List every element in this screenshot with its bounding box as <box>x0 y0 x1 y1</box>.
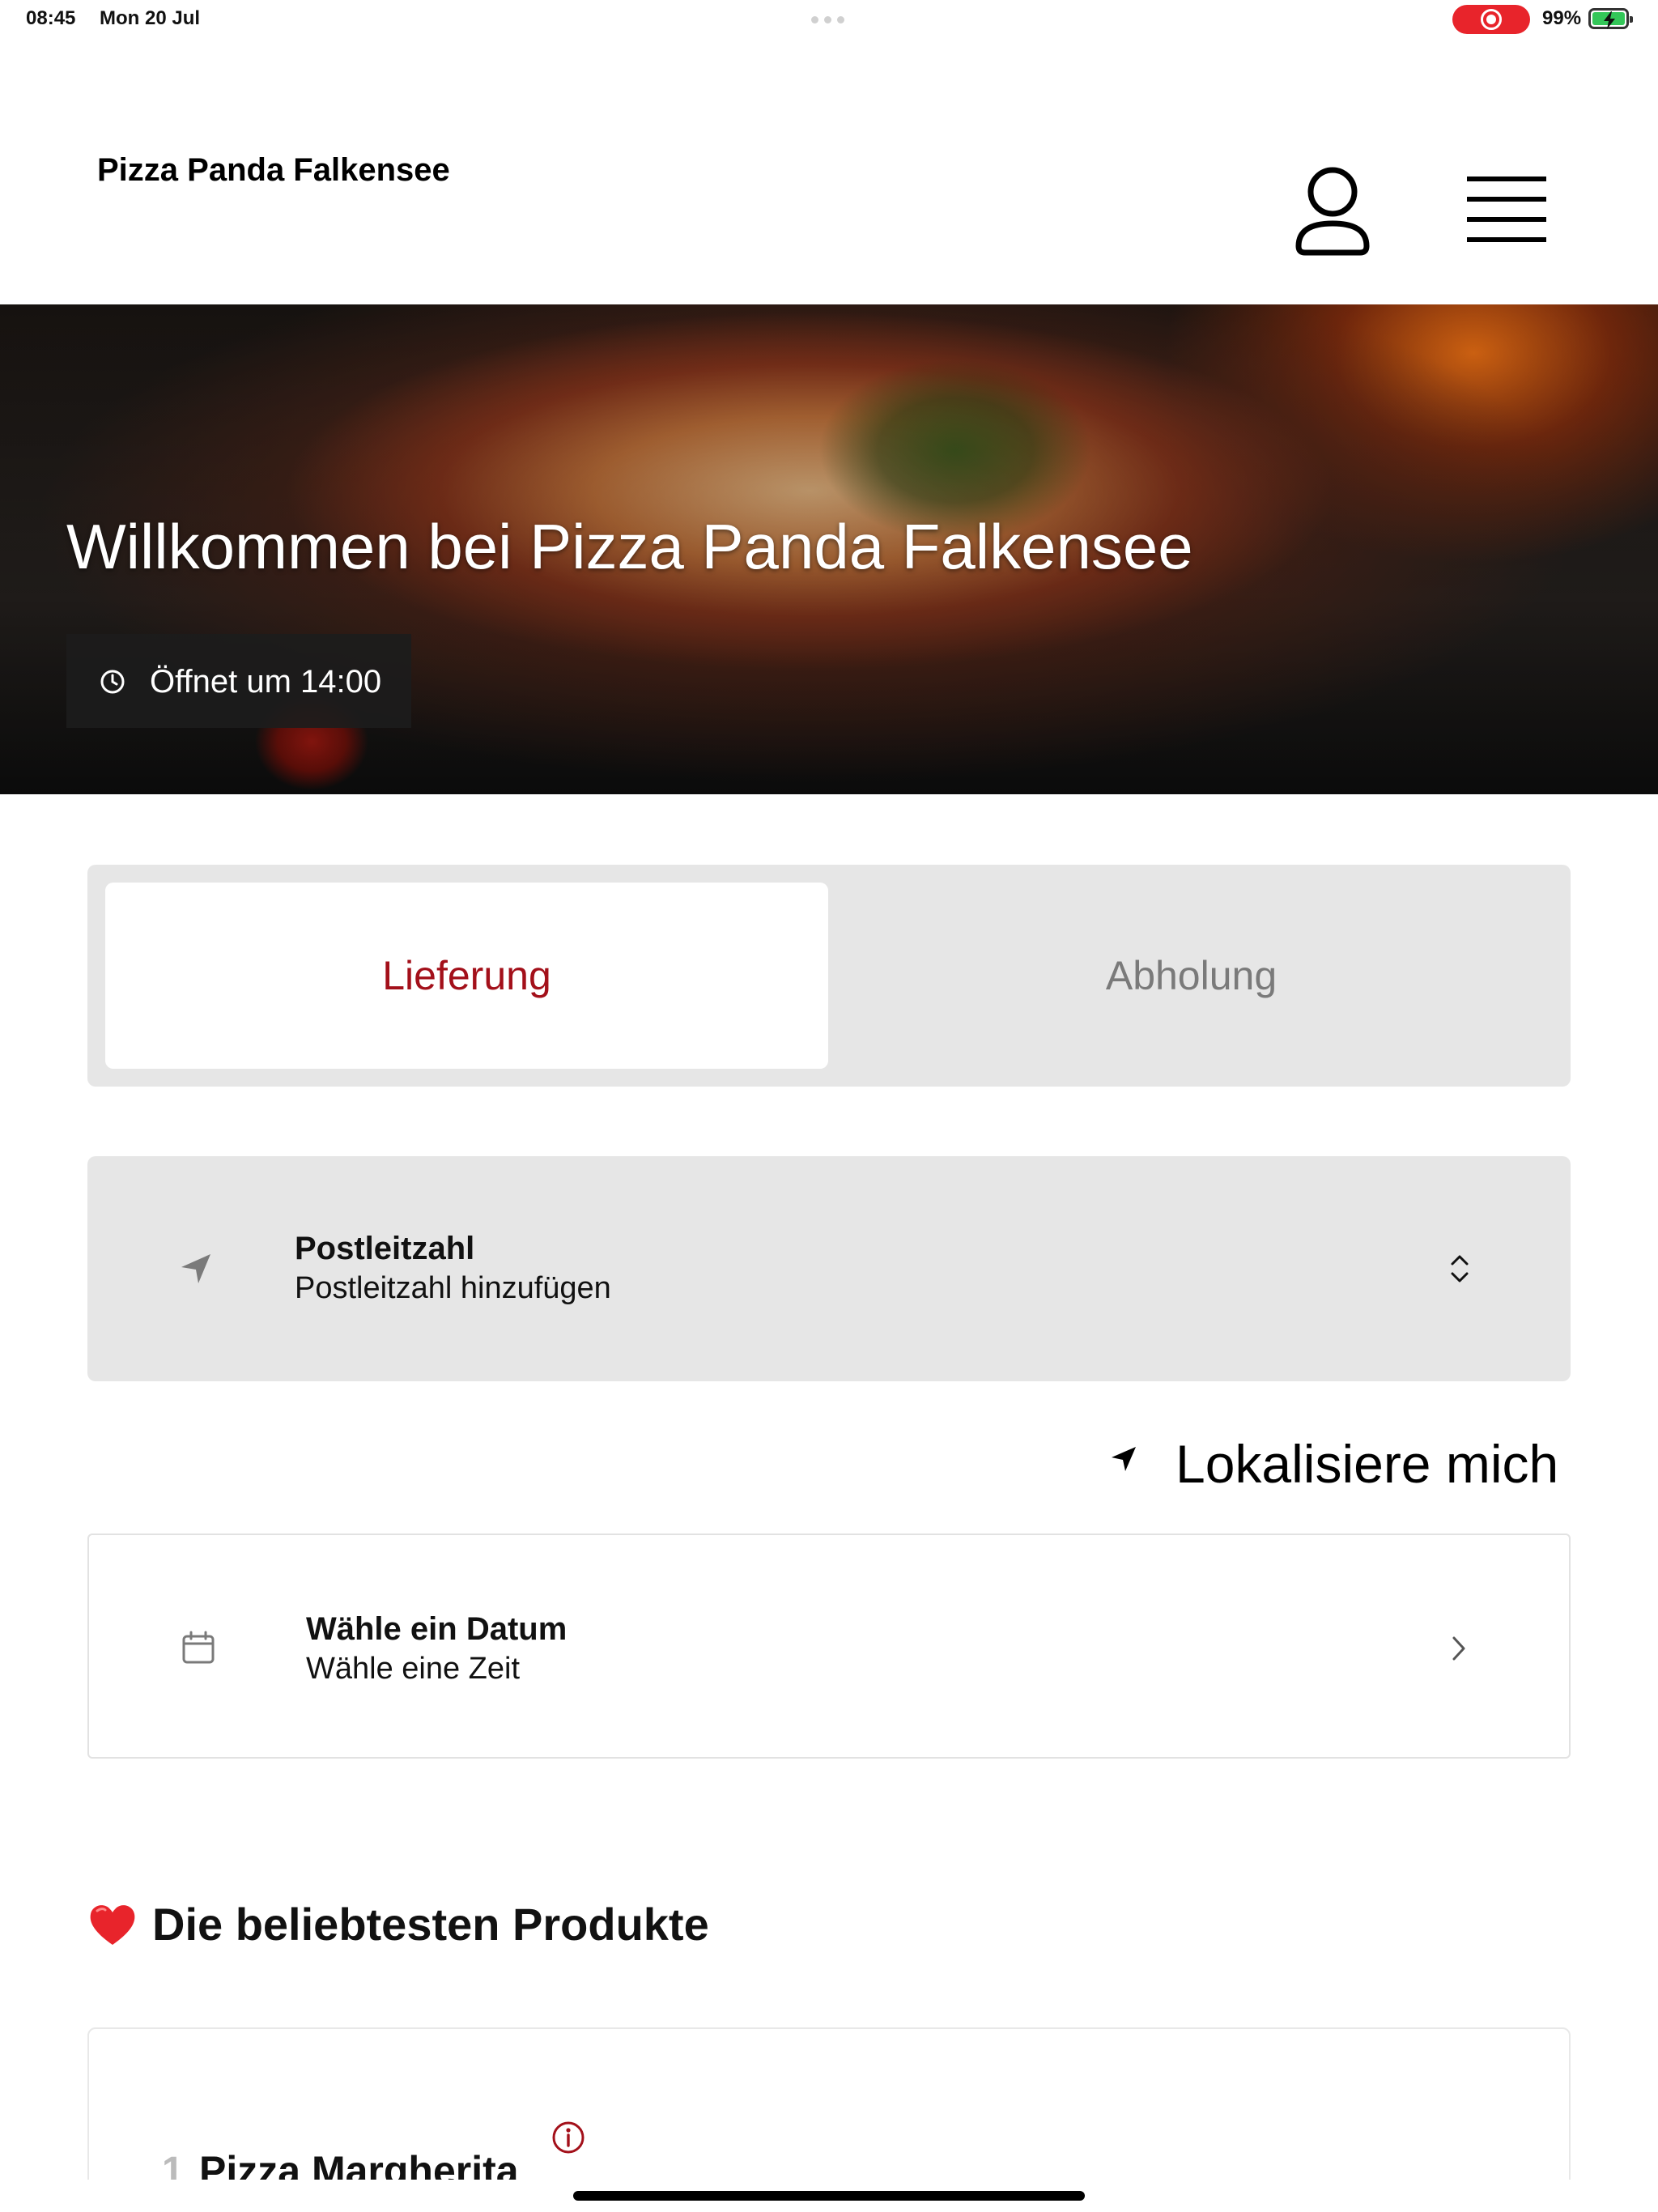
menu-button[interactable] <box>1464 173 1553 246</box>
info-icon[interactable] <box>551 2120 586 2155</box>
home-indicator[interactable] <box>573 2191 1085 2201</box>
person-icon <box>1295 167 1370 256</box>
heart-icon <box>90 1904 135 1945</box>
chevron-up-down-icon <box>1451 1255 1469 1283</box>
date-title: Wähle ein Datum <box>306 1611 568 1647</box>
order-mode-toggle: Lieferung Abholung <box>87 865 1571 1087</box>
tab-abholung[interactable]: Abholung <box>830 883 1553 1069</box>
time-subtitle: Wähle eine Zeit <box>306 1652 521 1686</box>
hero-title: Willkommen bei Pizza Panda Falkensee <box>66 511 1193 582</box>
locate-me-label: Lokalisiere mich <box>1175 1434 1559 1494</box>
section-title-label: Die beliebtesten Produkte <box>152 1899 709 1950</box>
status-date: Mon 20 Jul <box>100 7 201 29</box>
locate-me-button[interactable]: Lokalisiere mich <box>1109 1427 1571 1495</box>
battery-percent: 99% <box>1542 7 1582 29</box>
multitasking-dots-icon[interactable] <box>811 16 844 23</box>
postcode-placeholder: Postleitzahl hinzufügen <box>295 1271 611 1305</box>
battery-icon <box>1588 8 1633 29</box>
location-arrow-icon <box>1112 1447 1136 1471</box>
status-time: 08:45 <box>26 7 76 29</box>
date-time-selector[interactable]: Wähle ein Datum Wähle eine Zeit <box>87 1534 1571 1759</box>
status-bar: 08:45 Mon 20 Jul 99% <box>0 0 1658 39</box>
chevron-right-icon <box>1452 1636 1465 1661</box>
opening-hours-badge: Öffnet um 14:00 <box>66 634 411 728</box>
brand-name[interactable]: Pizza Panda Falkensee <box>97 152 450 189</box>
screen-recording-icon[interactable] <box>1452 5 1530 34</box>
location-arrow-icon <box>181 1254 210 1283</box>
app-header: Pizza Panda Falkensee <box>0 39 1658 304</box>
postcode-selector[interactable]: Postleitzahl Postleitzahl hinzufügen <box>87 1156 1571 1381</box>
opening-hours-label: Öffnet um 14:00 <box>150 664 382 700</box>
calendar-icon <box>182 1631 215 1664</box>
hamburger-menu-icon <box>1467 177 1546 242</box>
postcode-title: Postleitzahl <box>295 1231 475 1266</box>
account-button[interactable] <box>1292 165 1373 256</box>
clock-icon <box>100 670 125 694</box>
hero-banner: Willkommen bei Pizza Panda Falkensee Öff… <box>0 304 1658 794</box>
section-title: Die beliebtesten Produkte <box>87 1898 709 1950</box>
tab-lieferung[interactable]: Lieferung <box>105 883 828 1069</box>
